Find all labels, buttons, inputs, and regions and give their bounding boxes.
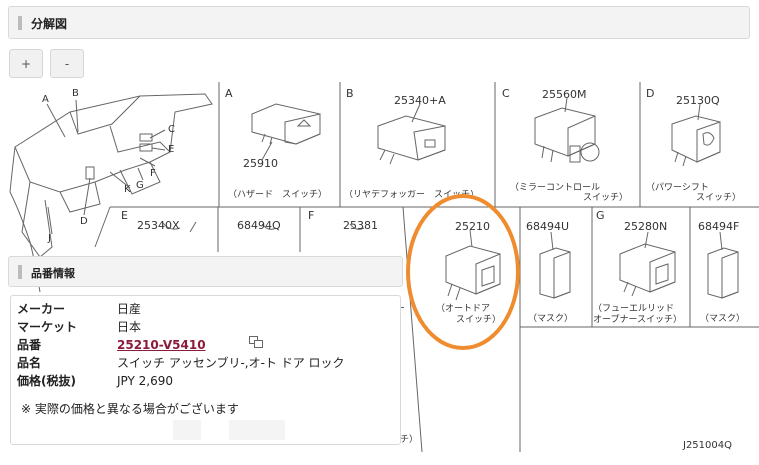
info-key-part-name: 品名 [17, 356, 42, 370]
cell-a-caption: （ハザード スイッチ） [228, 190, 328, 200]
part-info-marker [18, 265, 22, 279]
overview-letter-e: E [168, 144, 175, 155]
part-number-link[interactable]: 25210-V5410 [117, 336, 206, 354]
cell-d-part-number[interactable]: 25130Q [676, 94, 720, 107]
overview-letter-a: A [42, 94, 49, 105]
zoom-out-button[interactable]: - [50, 49, 84, 78]
part-info-title: 品番情報 [31, 267, 75, 280]
info-key-market: マーケット [17, 320, 78, 334]
cell-g-caption-2: オープナースイッチ） [593, 315, 683, 325]
header-marker [18, 16, 22, 30]
cell-a-letter: A [225, 87, 233, 100]
overview-letter-f: F [150, 168, 156, 179]
cell-b-part-number[interactable]: 25340+A [394, 94, 446, 107]
placeholder-button-2[interactable] [229, 420, 285, 440]
price-disclaimer: ※ 実際の価格と異なる場合がございます [21, 402, 239, 416]
cell-a-part-number[interactable]: 25910 [243, 157, 278, 170]
info-key-price: 価格(税抜) [17, 374, 76, 388]
overview-letter-g: G [136, 180, 144, 191]
info-value-part-name: スイッチ アッセンブリ-,オ-ト ドア ロック [117, 356, 345, 370]
part-info-panel: 品番情報 メーカー 日産 マーケット 日本 品番 25210-V5410 品名 … [8, 256, 403, 446]
cell-d-caption-1: （パワーシフト [646, 183, 709, 193]
placeholder-button-1[interactable] [173, 420, 201, 440]
cell-c-caption-1: （ミラーコントロール [510, 183, 601, 193]
exploded-view-header: 分解図 [8, 6, 750, 39]
cell-c-caption-2: スイッチ） [583, 193, 629, 203]
overview-letter-d: D [80, 216, 88, 227]
cell-68494q-part-number[interactable]: 68494Q [237, 219, 281, 232]
cell-d-letter: D [646, 87, 655, 100]
part-info-header: 品番情報 [8, 256, 403, 287]
cell-d-caption-2: スイッチ） [696, 193, 742, 203]
cell-68494f-caption: （マスク） [700, 314, 746, 324]
cell-e-letter: E [121, 209, 128, 222]
cell-f-part-number[interactable]: 25381 [343, 219, 378, 232]
overview-letter-c: C [168, 124, 175, 135]
zoom-in-button[interactable]: + [9, 49, 43, 78]
cell-68494f-part-number[interactable]: 68494F [698, 220, 739, 233]
overview-letter-b: B [72, 88, 79, 99]
info-key-maker: メーカー [17, 302, 66, 316]
cell-68494u-part-number[interactable]: 68494U [526, 220, 569, 233]
overview-letter-j: J [48, 233, 51, 244]
cell-c-part-number[interactable]: 25560M [542, 88, 586, 101]
cell-f-letter: F [308, 209, 315, 222]
info-value-price: JPY 2,690 [117, 374, 174, 388]
cell-g-caption-1: （フューエルリッド [593, 304, 675, 314]
selected-part-highlight [406, 194, 520, 350]
cell-g-letter: G [596, 209, 605, 222]
info-key-part-number: 品番 [17, 338, 42, 352]
overview-letter-k: K [124, 184, 131, 195]
info-value-maker: 日産 [117, 302, 142, 316]
diagram-reference-code: J251004Q [683, 440, 732, 451]
info-value-market: 日本 [117, 320, 142, 334]
copy-icon[interactable] [249, 336, 263, 348]
header-title: 分解図 [31, 17, 68, 31]
cell-c-letter: C [502, 87, 510, 100]
cell-68494u-caption: （マスク） [528, 314, 574, 324]
cell-b-letter: B [346, 87, 354, 100]
cell-g-part-number[interactable]: 25280N [624, 220, 667, 233]
part-info-body: メーカー 日産 マーケット 日本 品番 25210-V5410 品名 スイッチ … [10, 295, 401, 445]
cell-e-part-number[interactable]: 25340X [137, 219, 180, 232]
